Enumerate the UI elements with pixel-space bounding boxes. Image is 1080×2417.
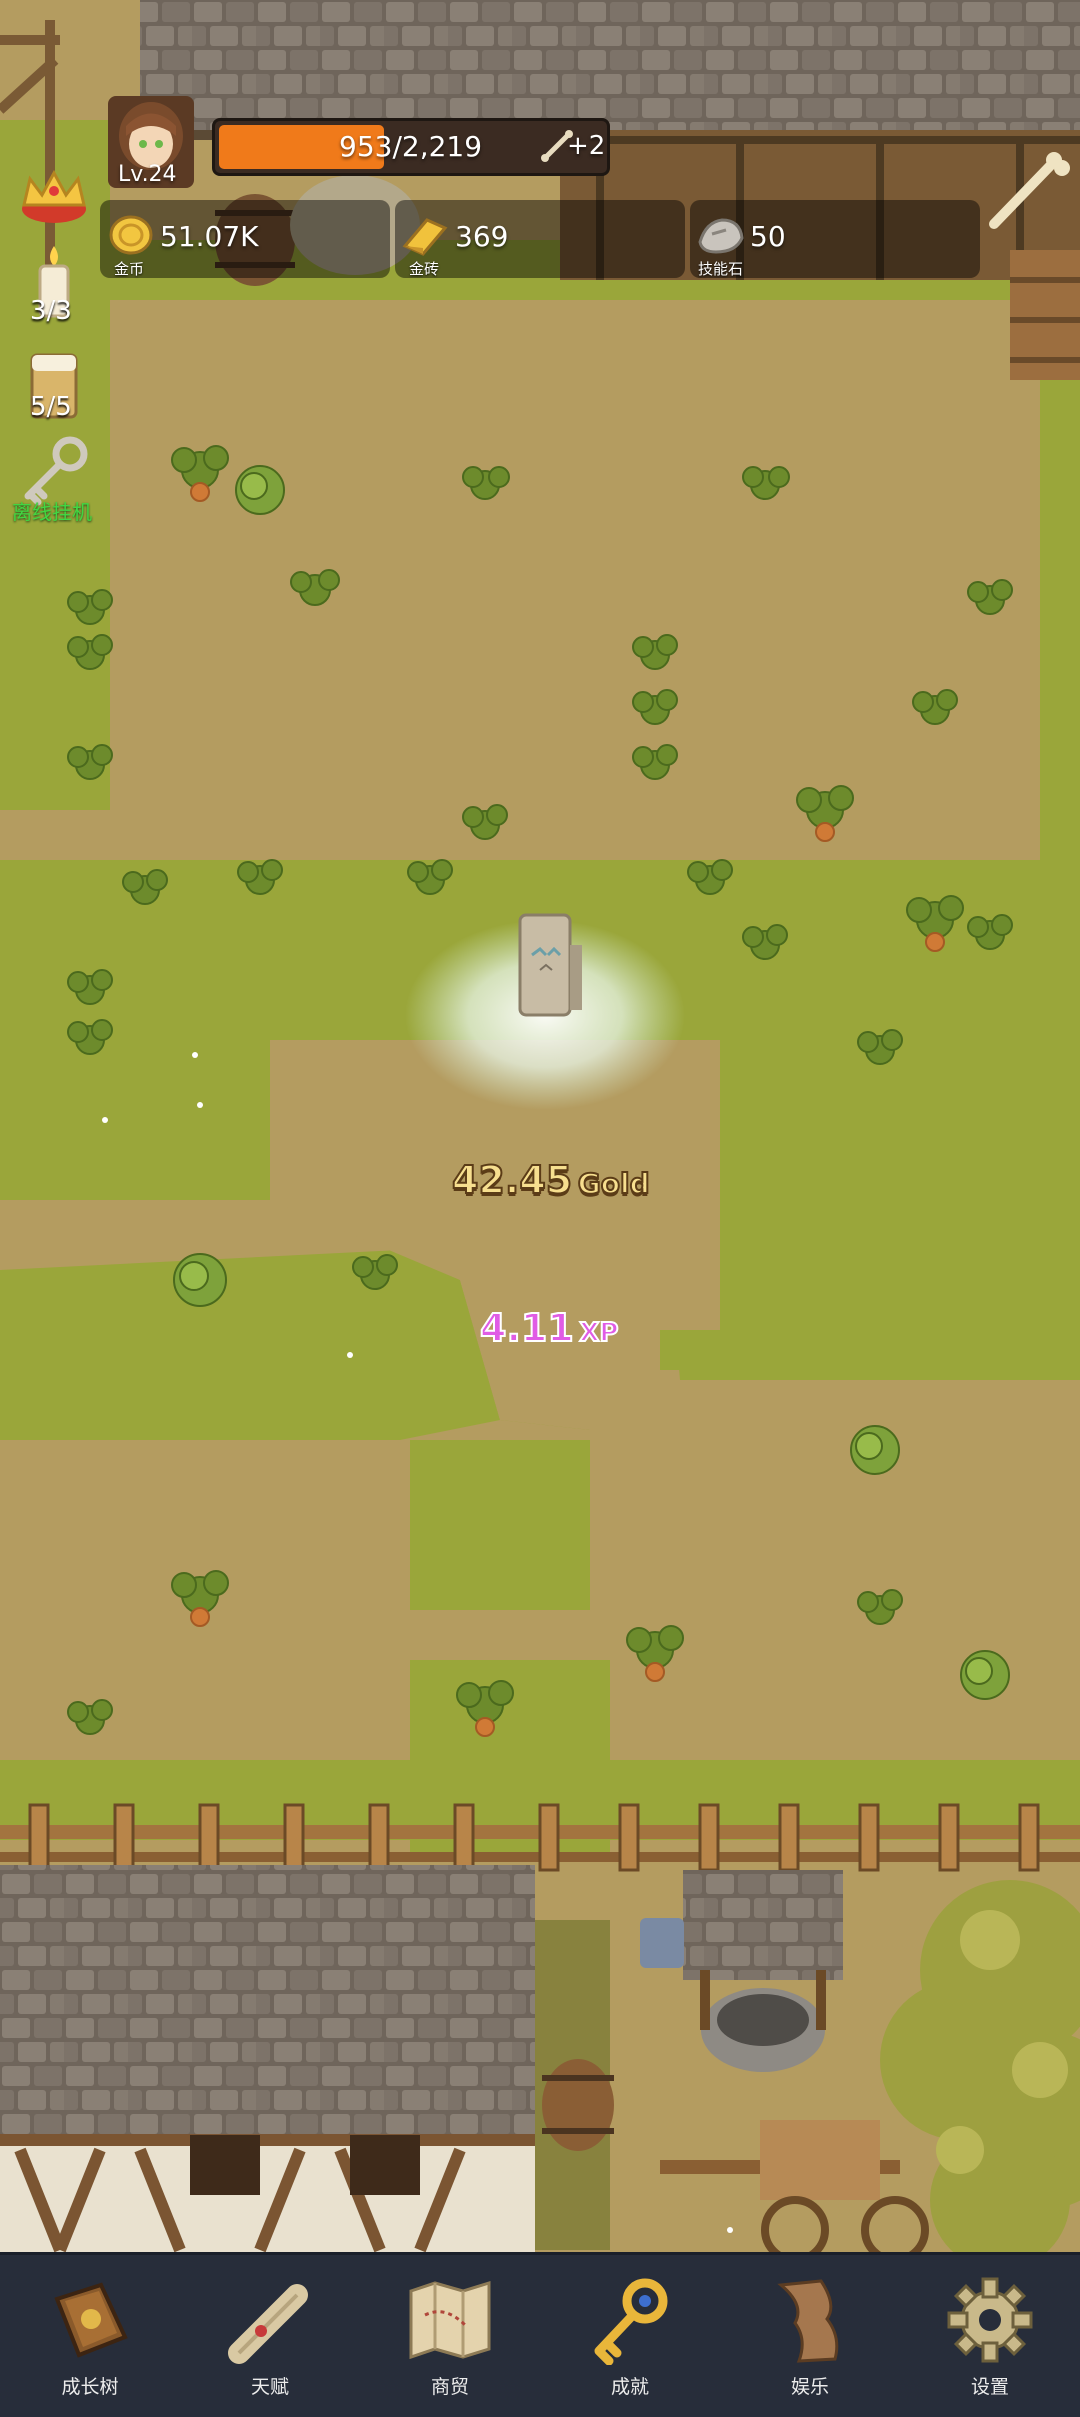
hp-bonus: +2 [567, 131, 606, 161]
bottom-nav: 成长树 天赋 商贸 成就 娱乐 设置 [0, 2252, 1080, 2417]
skill-stone-label: 技能石 [698, 260, 744, 278]
nav-trade-label: 商贸 [430, 2376, 469, 2398]
nav-entertainment[interactable]: 娱乐 [720, 2255, 900, 2417]
gold-gain-value: 42.45 [451, 1157, 573, 1203]
gold-coin-label: 金币 [114, 260, 145, 278]
game-map[interactable] [0, 0, 1080, 2414]
player-level: Lv.24 [118, 162, 177, 187]
talent-scroll-icon [228, 2284, 308, 2364]
beer-count: 5/5 [30, 392, 72, 422]
gold-bar-label: 金砖 [409, 260, 440, 278]
nav-entertainment-label: 娱乐 [790, 2376, 829, 2398]
achievement-key-icon [594, 2278, 668, 2365]
gold-gain-popup: 42.45 Gold [451, 1157, 651, 1203]
gold-coin-value: 51.07K [160, 220, 259, 253]
settings-gear-icon [947, 2277, 1033, 2363]
xp-gain-popup: 4.11 XP [479, 1305, 619, 1351]
nav-achievement-label: 成就 [610, 2376, 649, 2398]
nav-settings-label: 设置 [970, 2376, 1009, 2398]
nav-achievement[interactable]: 成就 [540, 2255, 720, 2417]
growth-book-icon [54, 2282, 128, 2358]
trade-map-icon [409, 2280, 491, 2360]
nav-talent[interactable]: 天赋 [180, 2255, 360, 2417]
bone-weapon-icon[interactable] [980, 146, 1070, 236]
nav-talent-label: 天赋 [250, 2376, 289, 2398]
crown-icon[interactable] [18, 165, 90, 225]
skill-stone-icon [698, 218, 744, 254]
gold-bar-panel: 金砖 369 [395, 200, 685, 278]
nav-settings[interactable]: 设置 [900, 2255, 1080, 2417]
gold-coin-panel: 金币 51.07K [100, 200, 390, 278]
gold-bar-icon [402, 218, 448, 256]
skill-stone-value: 50 [750, 220, 786, 253]
candle-count: 3/3 [30, 296, 72, 326]
hp-bar: 953/2,219 +2 [212, 118, 610, 176]
xp-gain-value: 4.11 [479, 1305, 575, 1351]
hp-text: 953/2,219 [339, 130, 483, 163]
nav-growth-tree-label: 成长树 [61, 2376, 119, 2398]
idle-label[interactable]: 离线挂机 [12, 496, 92, 525]
skill-stone-panel: 技能石 50 [690, 200, 980, 278]
gold-coin-icon [109, 215, 153, 255]
xp-gain-unit: XP [578, 1317, 619, 1349]
gold-gain-unit: Gold [577, 1166, 651, 1201]
nav-growth-tree[interactable]: 成长树 [0, 2255, 180, 2417]
nav-trade[interactable]: 商贸 [360, 2255, 540, 2417]
gold-bar-value: 369 [455, 220, 509, 253]
entertainment-scroll-icon [777, 2279, 839, 2363]
